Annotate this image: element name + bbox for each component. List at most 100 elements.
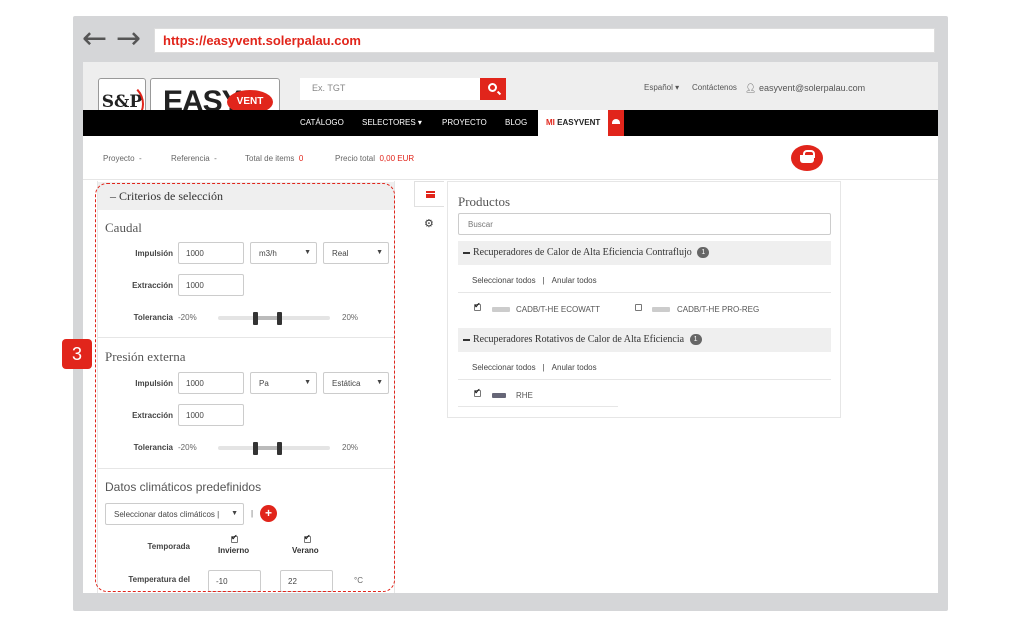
- search-input[interactable]: Ex. TGT: [300, 78, 480, 100]
- count-badge: 1: [697, 247, 710, 259]
- plus-icon: +: [264, 506, 272, 520]
- address-bar[interactable]: https://easyvent.solerpalau.com: [154, 28, 935, 53]
- search-icon: [488, 83, 497, 92]
- caudal-tol-min: -20%: [178, 313, 197, 322]
- product-checkbox[interactable]: [635, 304, 642, 311]
- divider: [458, 292, 831, 293]
- group-select-links: Seleccionar todos | Anular todos: [472, 276, 597, 285]
- caudal-tolerancia-label: Tolerancia: [133, 313, 173, 322]
- product-thumbnail: [492, 393, 506, 398]
- presion-tolerancia-label: Tolerancia: [133, 443, 173, 452]
- product-item[interactable]: CADB/T-HE ECOWATT: [516, 305, 600, 314]
- forward-arrow-icon[interactable]: →: [116, 24, 141, 54]
- chevron-down-icon: ▼: [376, 249, 383, 256]
- criteria-header[interactable]: – Criterios de selección: [98, 182, 394, 210]
- presion-slider-handle-min[interactable]: [253, 442, 258, 455]
- invierno-temp-input[interactable]: -10: [208, 570, 261, 592]
- products-search-input[interactable]: Buscar: [458, 213, 831, 235]
- search-button[interactable]: [480, 78, 506, 100]
- caudal-extraccion-label: Extracción: [132, 281, 173, 290]
- verano-temp-input[interactable]: 22: [280, 570, 333, 592]
- product-thumbnail: [652, 307, 670, 312]
- products-panel: Productos Buscar Recuperadores de Calor …: [447, 181, 841, 418]
- count-badge: 1: [689, 334, 702, 346]
- presion-impulsion-label: Impulsión: [135, 379, 173, 388]
- clima-select-value: Seleccionar datos climáticos |: [114, 510, 220, 519]
- temp-unit: °C: [354, 576, 363, 585]
- presion-tol-max: 20%: [342, 443, 359, 452]
- basket-icon[interactable]: [791, 145, 823, 171]
- caudal-mode-select[interactable]: Real ▼: [323, 242, 389, 264]
- presion-mode-select[interactable]: Estática ▼: [323, 372, 389, 394]
- product-checkbox[interactable]: [474, 387, 481, 397]
- collapse-icon: [463, 252, 470, 254]
- add-climate-button[interactable]: +: [260, 505, 277, 522]
- select-all-link[interactable]: Seleccionar todos: [472, 276, 536, 285]
- menu-mi-easyvent[interactable]: MI EASYVENT: [538, 110, 609, 136]
- products-title: Productos: [458, 194, 510, 209]
- tab-products-list[interactable]: [414, 181, 444, 207]
- presion-title: Presión externa: [105, 349, 186, 364]
- contact-link[interactable]: Contáctenos: [692, 83, 737, 92]
- product-checkbox[interactable]: [474, 301, 481, 311]
- verano-label: Verano: [292, 546, 319, 555]
- clima-separator: |: [251, 509, 254, 518]
- menu-easyvent-text: EASYVENT: [557, 118, 601, 127]
- divider: [458, 406, 618, 407]
- presion-extraccion-label: Extracción: [132, 411, 173, 420]
- select-all-link[interactable]: Seleccionar todos: [472, 363, 536, 372]
- deselect-all-link[interactable]: Anular todos: [552, 363, 597, 372]
- total-items: Total de items 0: [245, 154, 304, 163]
- list-icon: [426, 191, 435, 198]
- product-group-header[interactable]: Recuperadores de Calor de Alta Eficienci…: [458, 241, 831, 265]
- invierno-label: Invierno: [218, 546, 250, 555]
- caudal-tol-max: 20%: [342, 313, 359, 322]
- presion-mode-value: Estática: [332, 379, 361, 388]
- product-group-header[interactable]: Recuperadores Rotativos de Calor de Alta…: [458, 328, 831, 352]
- caudal-slider-handle-min[interactable]: [253, 312, 258, 325]
- presion-unit-select[interactable]: Pa ▼: [250, 372, 317, 394]
- user-email: easyvent@solerpalau.com: [758, 83, 866, 93]
- caudal-mode-value: Real: [332, 249, 349, 258]
- caudal-slider-handle-max[interactable]: [277, 312, 282, 325]
- presion-extraccion-input[interactable]: 1000: [178, 404, 244, 426]
- clima-select[interactable]: Seleccionar datos climáticos | ▼: [105, 503, 244, 525]
- presion-impulsion-input[interactable]: 1000: [178, 372, 244, 394]
- main-menu: CATÁLOGO SELECTORES ▾ PROYECTO BLOG MI E…: [83, 110, 938, 136]
- presion-tol-min: -20%: [178, 443, 197, 452]
- sp-logo-text: S&P: [101, 92, 143, 112]
- verano-checkbox[interactable]: [304, 533, 311, 543]
- back-arrow-icon[interactable]: ←: [82, 24, 107, 54]
- caudal-unit-select[interactable]: m3/h ▼: [250, 242, 317, 264]
- product-item[interactable]: RHE: [516, 391, 533, 400]
- section-divider: [98, 337, 394, 338]
- reference-label: Referencia -: [171, 154, 217, 163]
- menu-catalogo[interactable]: CATÁLOGO: [300, 110, 344, 136]
- total-price: Precio total 0,00 EUR: [335, 154, 415, 163]
- page-viewport: S&P EASY VENT Ex. TGT Español ▾ Contácte…: [83, 62, 938, 593]
- menu-blog[interactable]: BLOG: [505, 110, 527, 136]
- caudal-impulsion-input[interactable]: 1000: [178, 242, 244, 264]
- product-thumbnail: [492, 307, 510, 312]
- language-dropdown[interactable]: Español ▾: [644, 83, 679, 92]
- menu-selectores[interactable]: SELECTORES ▾: [362, 110, 422, 136]
- deselect-all-link[interactable]: Anular todos: [552, 276, 597, 285]
- caudal-extraccion-input[interactable]: 1000: [178, 274, 244, 296]
- presion-slider-handle-max[interactable]: [277, 442, 282, 455]
- user-account-link[interactable]: 👤︎ easyvent@solerpalau.com: [745, 83, 865, 94]
- caudal-unit-value: m3/h: [259, 249, 277, 258]
- gear-icon[interactable]: ⚙: [424, 217, 434, 230]
- product-item[interactable]: CADB/T-HE PRO-REG: [677, 305, 759, 314]
- step-badge: 3: [62, 339, 92, 369]
- group-select-links: Seleccionar todos | Anular todos: [472, 363, 597, 372]
- criteria-title: Criterios de selección: [119, 189, 223, 203]
- menu-tool-icon[interactable]: [608, 110, 624, 136]
- group-title: Recuperadores Rotativos de Calor de Alta…: [473, 334, 685, 345]
- project-bar: Proyecto - Referencia - Total de items 0…: [83, 136, 938, 180]
- invierno-checkbox[interactable]: [231, 533, 238, 543]
- section-divider: [98, 468, 394, 469]
- divider: [458, 379, 831, 380]
- view-tabs: ⚙: [414, 181, 444, 247]
- menu-proyecto[interactable]: PROYECTO: [442, 110, 487, 136]
- caudal-impulsion-label: Impulsión: [135, 249, 173, 258]
